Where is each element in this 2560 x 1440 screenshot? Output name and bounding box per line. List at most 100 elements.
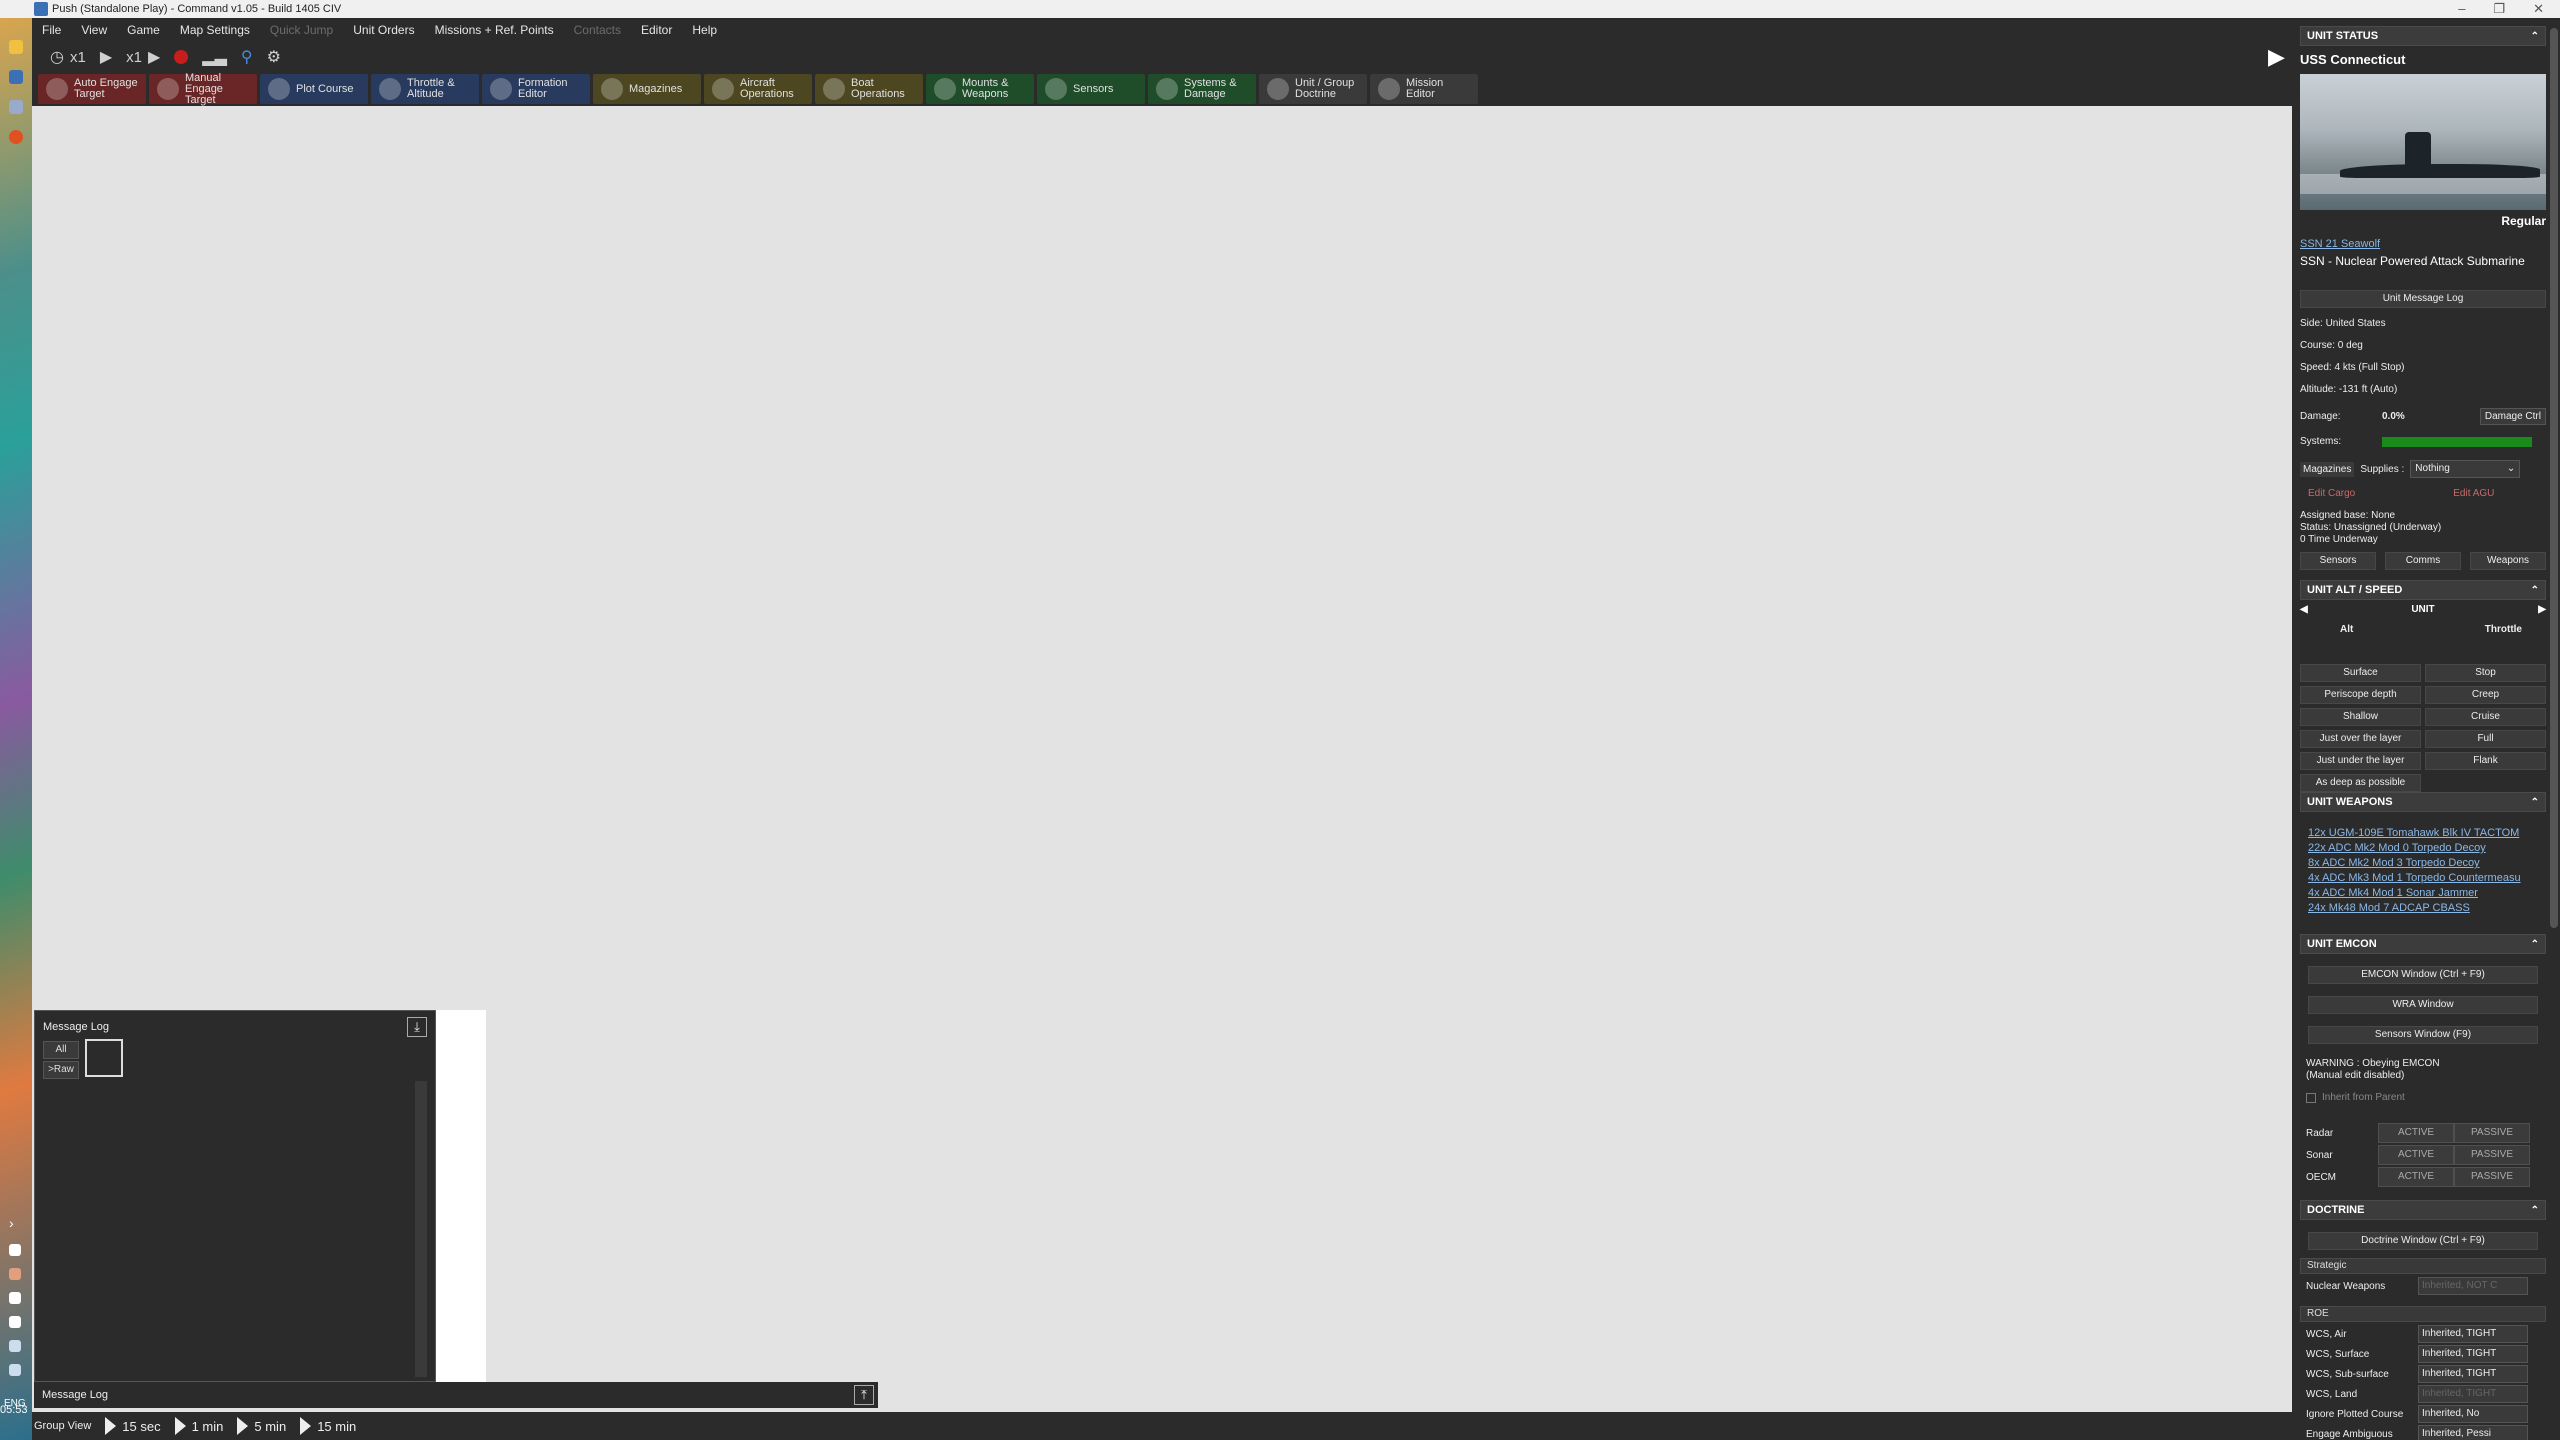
chevron-up-icon[interactable]: ›: [9, 1216, 19, 1230]
throttle-preset-button[interactable]: Creep: [2425, 686, 2546, 704]
menu-contacts[interactable]: Contacts: [564, 23, 631, 37]
unit-class-link[interactable]: SSN 21 Seawolf: [2300, 238, 2380, 250]
tray-icon[interactable]: [9, 1292, 21, 1304]
network-icon[interactable]: [9, 1340, 21, 1352]
altitude-preset-button[interactable]: Just over the layer: [2300, 730, 2421, 748]
magazines-button[interactable]: Magazines: [2300, 461, 2355, 477]
collapse-icon[interactable]: ⌃: [2531, 939, 2539, 950]
sensors-tab[interactable]: Sensors: [2300, 552, 2376, 570]
aircraft-operations-button[interactable]: Aircraft Operations: [704, 74, 812, 104]
menu-view[interactable]: View: [71, 23, 117, 37]
doctrine-header[interactable]: DOCTRINE ⌃: [2300, 1200, 2546, 1220]
side-panel-scrollbar[interactable]: [2550, 28, 2558, 928]
throttle-preset-button[interactable]: Stop: [2425, 664, 2546, 682]
left-arrow-icon[interactable]: ◀: [2300, 604, 2308, 615]
unit-message-log-button[interactable]: Unit Message Log: [2300, 290, 2546, 308]
dock-down-icon[interactable]: ⤓: [407, 1017, 427, 1037]
filter-raw-button[interactable]: >Raw: [43, 1061, 79, 1079]
menu-game[interactable]: Game: [117, 23, 170, 37]
altitude-preset-button[interactable]: Shallow: [2300, 708, 2421, 726]
doctrine-row-select[interactable]: Inherited, TIGHT: [2418, 1385, 2528, 1403]
unit-status-header[interactable]: UNIT STATUS ⌃: [2300, 26, 2546, 46]
systems-damage-button[interactable]: Systems & Damage: [1148, 74, 1256, 104]
mission-editor-button[interactable]: Mission Editor: [1370, 74, 1478, 104]
emcon-passive-button[interactable]: PASSIVE: [2454, 1123, 2530, 1143]
emcon-active-button[interactable]: ACTIVE: [2378, 1123, 2454, 1143]
time-step-15s[interactable]: 15 sec: [105, 1417, 160, 1435]
doctrine-row-select[interactable]: Inherited, Pessi: [2418, 1425, 2528, 1440]
doctrine-row-select[interactable]: Inherited, TIGHT: [2418, 1365, 2528, 1383]
nuclear-weapons-select[interactable]: Inherited, NOT C: [2418, 1277, 2528, 1295]
time-step-5m[interactable]: 5 min: [237, 1417, 286, 1435]
menu-help[interactable]: Help: [682, 23, 727, 37]
edit-agu-button[interactable]: Edit AGU: [2453, 488, 2494, 499]
sensors-window-button[interactable]: Sensors Window (F9): [2308, 1026, 2538, 1044]
edit-cargo-button[interactable]: Edit Cargo: [2308, 488, 2355, 499]
settings-gear-icon[interactable]: ⚙: [267, 47, 281, 67]
play-icon[interactable]: ▶: [100, 47, 112, 67]
menu-quick-jump[interactable]: Quick Jump: [260, 23, 343, 37]
maximize-icon[interactable]: ❐: [2493, 1, 2505, 17]
tray-icon[interactable]: [9, 1316, 21, 1328]
magazines-button[interactable]: Magazines: [593, 74, 701, 104]
message-log-scrollbar[interactable]: [415, 1081, 427, 1377]
menu-unit-orders[interactable]: Unit Orders: [343, 23, 424, 37]
ship-icon[interactable]: ▂▃: [202, 47, 227, 67]
file-icon[interactable]: [9, 100, 23, 114]
menu-map-settings[interactable]: Map Settings: [170, 23, 260, 37]
weapons-tab[interactable]: Weapons: [2470, 552, 2546, 570]
weapon-link[interactable]: 24x Mk48 Mod 7 ADCAP CBASS: [2308, 901, 2546, 916]
compression-step[interactable]: x1 ▶: [126, 47, 160, 67]
tray-icon[interactable]: [9, 1268, 21, 1280]
explorer-icon[interactable]: [9, 40, 23, 54]
pin-icon[interactable]: ⚲: [241, 47, 253, 67]
wra-window-button[interactable]: WRA Window: [2308, 996, 2538, 1014]
altitude-preset-button[interactable]: Just under the layer: [2300, 752, 2421, 770]
altitude-preset-button[interactable]: Surface: [2300, 664, 2421, 682]
volume-icon[interactable]: [9, 1364, 21, 1376]
clock-icon[interactable]: ◷ x1: [50, 47, 86, 67]
weapon-link[interactable]: 22x ADC Mk2 Mod 0 Torpedo Decoy: [2308, 841, 2546, 856]
boat-operations-button[interactable]: Boat Operations: [815, 74, 923, 104]
altitude-preset-button[interactable]: Periscope depth: [2300, 686, 2421, 704]
sensors-button[interactable]: Sensors: [1037, 74, 1145, 104]
browser-icon[interactable]: [9, 130, 23, 144]
fullscreen-icon[interactable]: [85, 1039, 123, 1077]
alt-speed-header[interactable]: UNIT ALT / SPEED ⌃: [2300, 580, 2546, 600]
collapse-icon[interactable]: ⌃: [2531, 31, 2539, 42]
record-button[interactable]: [174, 50, 189, 64]
unit-emcon-header[interactable]: UNIT EMCON ⌃: [2300, 934, 2546, 954]
command-app-icon[interactable]: [9, 70, 23, 84]
formation-editor-button[interactable]: Formation Editor: [482, 74, 590, 104]
manual-engage-target-button[interactable]: Manual Engage Target: [149, 72, 257, 105]
throttle-preset-button[interactable]: Full: [2425, 730, 2546, 748]
unit-weapons-header[interactable]: UNIT WEAPONS ⌃: [2300, 792, 2546, 812]
supplies-select[interactable]: Nothing ⌄: [2410, 460, 2521, 478]
time-step-1m[interactable]: 1 min: [175, 1417, 224, 1435]
minimize-icon[interactable]: –: [2458, 1, 2465, 17]
menu-editor[interactable]: Editor: [631, 23, 682, 37]
emcon-window-button[interactable]: EMCON Window (Ctrl + F9): [2308, 966, 2538, 984]
emcon-passive-button[interactable]: PASSIVE: [2454, 1167, 2530, 1187]
altitude-preset-button[interactable]: As deep as possible: [2300, 774, 2421, 792]
menu-missions-ref-points[interactable]: Missions + Ref. Points: [425, 23, 564, 37]
menu-file[interactable]: File: [32, 23, 71, 37]
collapse-icon[interactable]: ⌃: [2531, 585, 2539, 596]
message-log-bar[interactable]: Message Log ⤒: [34, 1382, 878, 1408]
weapon-link[interactable]: 8x ADC Mk2 Mod 3 Torpedo Decoy: [2308, 856, 2546, 871]
collapse-icon[interactable]: ⌃: [2531, 797, 2539, 808]
collapse-panel-icon[interactable]: ▶: [2268, 44, 2285, 70]
plot-course-button[interactable]: Plot Course: [260, 74, 368, 104]
tray-icon[interactable]: [9, 1244, 21, 1256]
dock-up-icon[interactable]: ⤒: [854, 1385, 874, 1405]
taskbar-clock[interactable]: 05:53: [0, 1404, 28, 1416]
doctrine-row-select[interactable]: Inherited, TIGHT: [2418, 1345, 2528, 1363]
group-view-label[interactable]: Group View: [34, 1420, 91, 1432]
weapon-link[interactable]: 4x ADC Mk3 Mod 1 Torpedo Countermeasu: [2308, 871, 2546, 886]
filter-all-button[interactable]: All: [43, 1041, 79, 1059]
weapon-link[interactable]: 4x ADC Mk4 Mod 1 Sonar Jammer: [2308, 886, 2546, 901]
comms-tab[interactable]: Comms: [2385, 552, 2461, 570]
weapon-link[interactable]: 12x UGM-109E Tomahawk Blk IV TACTOM: [2308, 826, 2546, 841]
throttle-preset-button[interactable]: Flank: [2425, 752, 2546, 770]
throttle-altitude-button[interactable]: Throttle & Altitude: [371, 74, 479, 104]
